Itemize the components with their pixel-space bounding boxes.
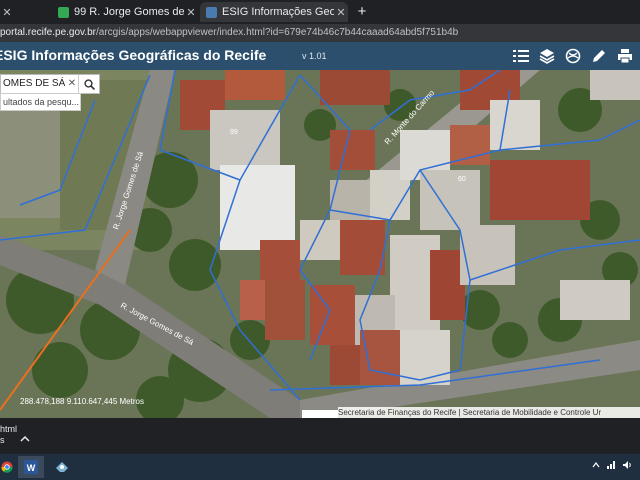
satellite-imagery: R. Jorge Gomes de Sá R. Jorge Gomes de S…: [0, 70, 640, 418]
search-button[interactable]: [78, 75, 99, 93]
tab-previous[interactable]: ✕: [0, 2, 52, 22]
map-attribution: Secretaria de Finanças do Recife | Secre…: [338, 407, 640, 418]
tab-esig[interactable]: ESIG Informações Geográficas do ✕: [200, 2, 348, 22]
tab-close-icon[interactable]: ✕: [334, 6, 348, 19]
url-text[interactable]: portal.recife.pe.gov.br/arcgis/apps/weba…: [0, 25, 458, 41]
new-tab-button[interactable]: +: [352, 2, 372, 22]
print-icon[interactable]: [614, 45, 636, 67]
search-suggestion[interactable]: ultados da pesqu...: [0, 93, 81, 111]
search-icon: [83, 78, 95, 90]
search-input[interactable]: OMES DE SÁ: [1, 75, 66, 93]
url-host: portal.recife.pe.gov.br: [0, 27, 96, 38]
basemap-icon[interactable]: [562, 45, 584, 67]
lot-number: 60: [458, 176, 466, 183]
maps-icon: [58, 6, 69, 18]
app-toolbar: [510, 45, 636, 67]
tab-title: 99 R. Jorge Gomes de Sá - Goog: [74, 6, 184, 18]
app-title: ESIG Informações Geográficas do Recife: [0, 47, 267, 63]
draw-icon[interactable]: [588, 45, 610, 67]
tab-google-maps[interactable]: 99 R. Jorge Gomes de Sá - Goog ✕: [52, 2, 198, 22]
system-tray: [592, 460, 632, 470]
svg-text:W: W: [27, 463, 36, 473]
network-icon[interactable]: [606, 460, 616, 470]
map-view[interactable]: R. Jorge Gomes de Sá R. Jorge Gomes de S…: [0, 70, 640, 418]
scale-bar: [302, 410, 338, 418]
esig-icon: [206, 6, 217, 18]
tab-title: ESIG Informações Geográficas do: [222, 6, 334, 18]
app-version: v 1.01: [302, 51, 327, 61]
coordinate-readout: 288.478,188 9.110.647,445 Metros: [20, 397, 144, 406]
app-header: ESIG Informações Geográficas do Recife v…: [0, 42, 640, 70]
app-icon[interactable]: [50, 456, 74, 478]
tab-close-icon[interactable]: ✕: [184, 6, 198, 19]
url-path: /arcgis/apps/webappviewer/index.html?id=…: [95, 27, 459, 38]
download-bar: html s: [0, 418, 640, 454]
list-icon[interactable]: [510, 45, 532, 67]
search-widget: OMES DE SÁ ✕: [0, 74, 100, 94]
browser-tab-strip: ✕ 99 R. Jorge Gomes de Sá - Goog ✕ ESIG …: [0, 0, 640, 24]
clear-search-icon[interactable]: ✕: [66, 75, 78, 93]
tab-close-icon[interactable]: ✕: [0, 6, 14, 19]
address-bar[interactable]: portal.recife.pe.gov.br/arcgis/apps/weba…: [0, 24, 640, 42]
chevron-up-icon[interactable]: [592, 462, 600, 468]
layers-icon[interactable]: [536, 45, 558, 67]
word-icon[interactable]: W: [18, 456, 44, 478]
chevron-up-icon[interactable]: [20, 430, 30, 448]
volume-icon[interactable]: [622, 460, 632, 470]
chrome-icon[interactable]: [0, 456, 14, 478]
lot-number: 99: [230, 129, 238, 136]
taskbar: W: [0, 454, 640, 480]
